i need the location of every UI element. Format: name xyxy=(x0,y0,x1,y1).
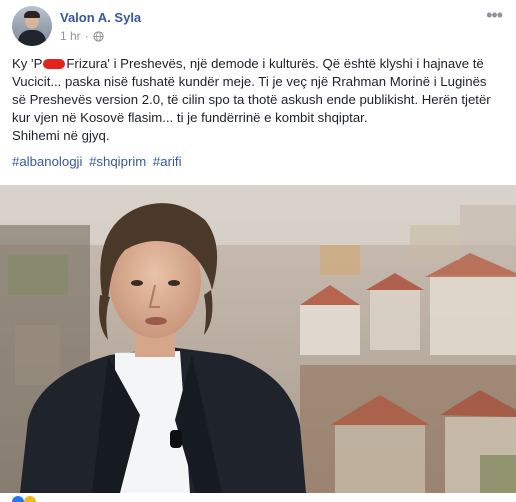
post-meta: 1 hr · xyxy=(60,29,104,43)
hashtag-link[interactable]: #arifi xyxy=(153,154,182,169)
facebook-post: Valon A. Syla 1 hr · ••• Ky 'P Frizura' i… xyxy=(0,0,516,502)
globe-icon xyxy=(93,30,104,42)
hashtag-link[interactable]: #albanologji xyxy=(12,154,82,169)
post-header: Valon A. Syla 1 hr · ••• xyxy=(0,0,516,50)
ellipsis-icon[interactable]: ••• xyxy=(486,6,503,24)
text-last-line: Shihemi në gjyq. xyxy=(12,128,110,143)
hashtags: #albanologji #shqiprim #arifi xyxy=(12,154,185,169)
hashtag-link[interactable]: #shqiprim xyxy=(89,154,146,169)
post-text: Ky 'P Frizura' i Preshevës, një demode i … xyxy=(12,55,504,145)
post-video-thumbnail[interactable] xyxy=(0,185,516,493)
post-time[interactable]: 1 hr xyxy=(60,29,81,43)
text-after-redaction: Frizura' i Preshevës, një demode i kultu… xyxy=(12,56,491,125)
reactions-icons[interactable] xyxy=(12,494,92,502)
text-before-redaction: Ky 'P xyxy=(12,56,43,71)
video-frame xyxy=(0,185,516,493)
separator-dot: · xyxy=(84,29,89,43)
author-name[interactable]: Valon A. Syla xyxy=(60,10,141,25)
redaction-mark xyxy=(43,59,66,69)
avatar[interactable] xyxy=(12,6,52,46)
